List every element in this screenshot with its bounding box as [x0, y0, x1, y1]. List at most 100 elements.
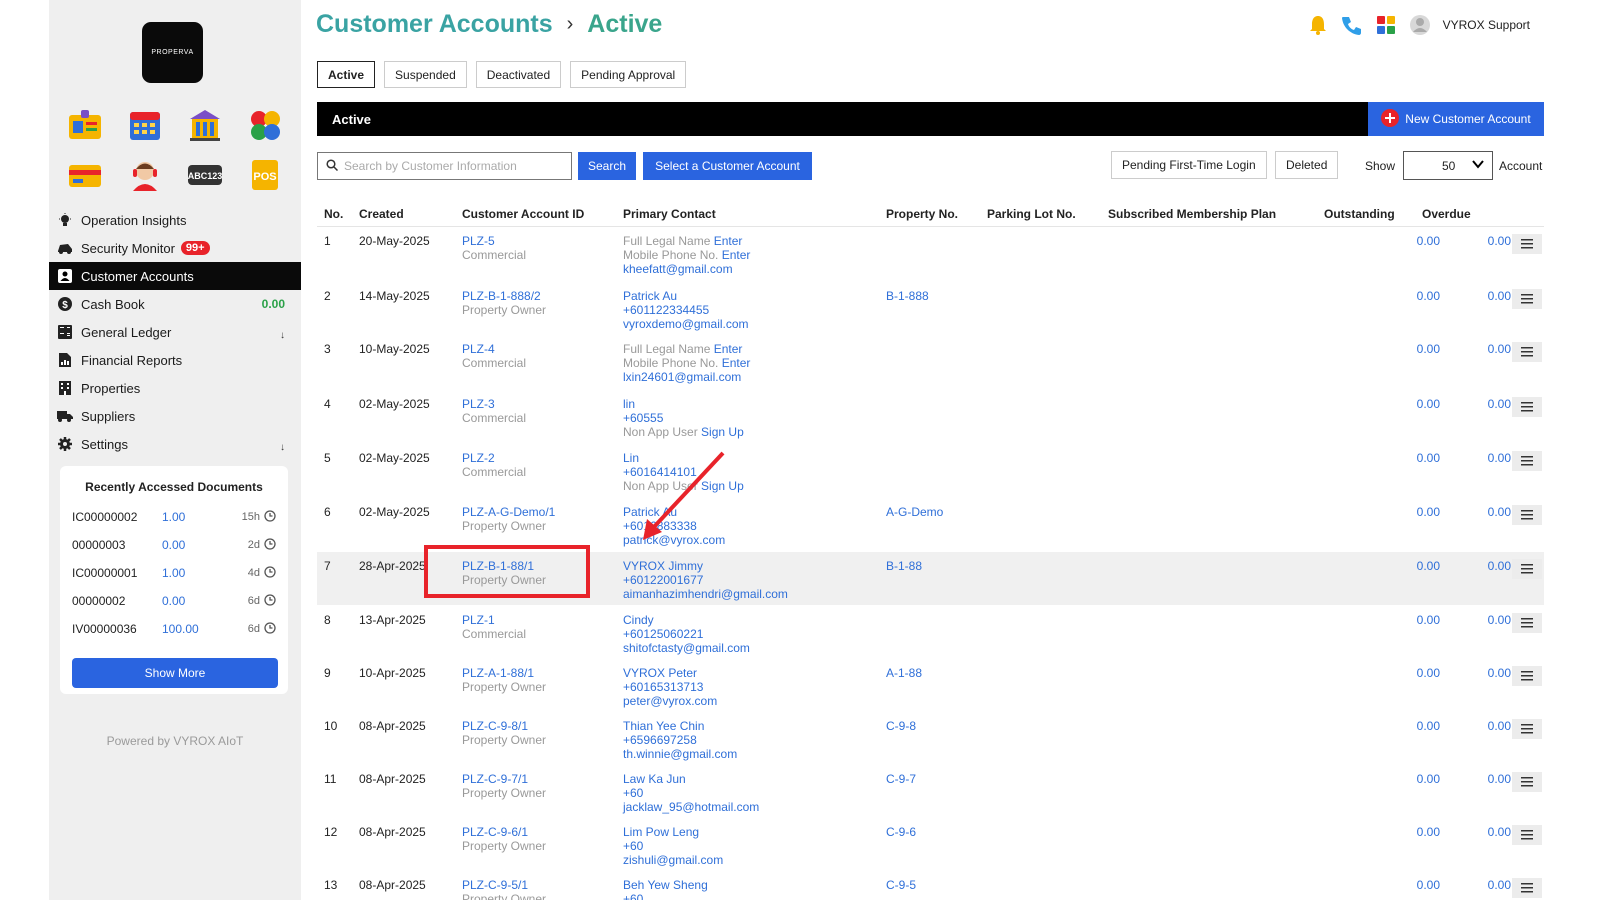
- table-row[interactable]: 9 10-Apr-2025 PLZ-A-1-88/1 Property Owner VY…: [317, 659, 1544, 712]
- recent-document-row[interactable]: 00000002 0.00 6d: [72, 592, 278, 610]
- overdue-amount[interactable]: 0.00: [1461, 878, 1511, 892]
- outstanding-amount[interactable]: 0.00: [1390, 397, 1440, 411]
- property-no-link[interactable]: C-9-7: [886, 772, 916, 786]
- property-no-link[interactable]: C-9-8: [886, 719, 916, 733]
- property-no-link[interactable]: C-9-5: [886, 878, 916, 892]
- row-menu-button[interactable]: [1512, 289, 1542, 309]
- sidebar-item-suppliers[interactable]: Suppliers: [49, 402, 301, 430]
- account-id-link[interactable]: PLZ-A-1-88/1: [462, 666, 546, 680]
- account-id-link[interactable]: PLZ-C-9-5/1: [462, 878, 546, 892]
- column-header-primary-contact[interactable]: Primary Contact: [623, 207, 716, 221]
- show-more-button[interactable]: Show More: [72, 658, 278, 688]
- overdue-amount[interactable]: 0.00: [1461, 234, 1511, 248]
- contact-field-value[interactable]: patrick@vyrox.com: [623, 533, 725, 547]
- tab-pending-approval[interactable]: Pending Approval: [570, 61, 687, 88]
- sidebar-item-general-ledger[interactable]: General Ledger ↓: [49, 318, 301, 346]
- search-button[interactable]: Search: [578, 152, 637, 180]
- contact-field-value[interactable]: +6596697258: [623, 733, 697, 747]
- account-id-link[interactable]: PLZ-5: [462, 234, 526, 248]
- contact-field-value[interactable]: +6016883338: [623, 519, 697, 533]
- sidebar-item-properties[interactable]: Properties: [49, 374, 301, 402]
- account-id-link[interactable]: PLZ-C-9-7/1: [462, 772, 546, 786]
- phone-icon[interactable]: [1341, 14, 1363, 36]
- page-size-select[interactable]: 50: [1403, 151, 1493, 180]
- overdue-amount[interactable]: 0.00: [1461, 397, 1511, 411]
- recent-document-row[interactable]: IC00000002 1.00 15h: [72, 508, 278, 526]
- contact-field-value[interactable]: Thian Yee Chin: [623, 719, 704, 733]
- outstanding-amount[interactable]: 0.00: [1390, 613, 1440, 627]
- contact-field-value[interactable]: jacklaw_95@hotmail.com: [623, 800, 759, 814]
- outstanding-amount[interactable]: 0.00: [1390, 825, 1440, 839]
- recent-document-row[interactable]: 00000003 0.00 2d: [72, 536, 278, 554]
- outstanding-amount[interactable]: 0.00: [1390, 451, 1440, 465]
- payment-card-icon[interactable]: [65, 156, 105, 194]
- sidebar-item-financial-reports[interactable]: Financial Reports: [49, 346, 301, 374]
- sidebar-item-customer-accounts[interactable]: Customer Accounts: [49, 262, 301, 290]
- contact-field-value[interactable]: +60: [623, 892, 643, 900]
- overdue-amount[interactable]: 0.00: [1461, 289, 1511, 303]
- outstanding-amount[interactable]: 0.00: [1390, 772, 1440, 786]
- deleted-button[interactable]: Deleted: [1275, 151, 1339, 179]
- property-no-link[interactable]: A-G-Demo: [886, 505, 943, 519]
- column-header-overdue[interactable]: Overdue: [1422, 207, 1471, 221]
- sidebar-item-settings[interactable]: Settings ↓: [49, 430, 301, 458]
- row-menu-button[interactable]: [1512, 559, 1542, 579]
- abc123-icon[interactable]: ABC123: [185, 156, 225, 194]
- column-header-no[interactable]: No.: [324, 207, 343, 221]
- contact-field-value[interactable]: Lim Pow Leng: [623, 825, 699, 839]
- overdue-amount[interactable]: 0.00: [1461, 666, 1511, 680]
- column-header-outstanding[interactable]: Outstanding: [1324, 207, 1395, 221]
- account-id-link[interactable]: PLZ-3: [462, 397, 526, 411]
- contact-field-value[interactable]: +60122001677: [623, 573, 703, 587]
- overdue-amount[interactable]: 0.00: [1461, 825, 1511, 839]
- account-id-link[interactable]: PLZ-B-1-88/1: [462, 559, 546, 573]
- account-id-link[interactable]: PLZ-C-9-6/1: [462, 825, 546, 839]
- overdue-amount[interactable]: 0.00: [1461, 505, 1511, 519]
- sidebar-item-operation-insights[interactable]: Operation Insights: [49, 206, 301, 234]
- contact-field-value[interactable]: Sign Up: [701, 425, 744, 439]
- contact-field-value[interactable]: Cindy: [623, 613, 654, 627]
- column-header-property-no[interactable]: Property No.: [886, 207, 958, 221]
- contact-field-value[interactable]: VYROX Jimmy: [623, 559, 703, 573]
- contact-field-value[interactable]: +60555: [623, 411, 663, 425]
- table-row[interactable]: 12 08-Apr-2025 PLZ-C-9-6/1 Property Owner Li…: [317, 818, 1544, 871]
- row-menu-button[interactable]: [1512, 505, 1542, 525]
- bell-icon[interactable]: [1307, 14, 1329, 36]
- row-menu-button[interactable]: [1512, 825, 1542, 845]
- row-menu-button[interactable]: [1512, 342, 1542, 362]
- tab-suspended[interactable]: Suspended: [384, 61, 467, 88]
- pending-first-time-login-button[interactable]: Pending First-Time Login: [1111, 151, 1267, 179]
- outstanding-amount[interactable]: 0.00: [1390, 289, 1440, 303]
- outstanding-amount[interactable]: 0.00: [1390, 666, 1440, 680]
- palette-icon[interactable]: [245, 106, 285, 144]
- row-menu-button[interactable]: [1512, 666, 1542, 686]
- table-row[interactable]: 2 14-May-2025 PLZ-B-1-888/2 Property Owner P…: [317, 282, 1544, 335]
- bank-icon[interactable]: [185, 106, 225, 144]
- contact-field-value[interactable]: vyroxdemo@gmail.com: [623, 317, 749, 331]
- contact-field-value[interactable]: th.winnie@gmail.com: [623, 747, 737, 761]
- outstanding-amount[interactable]: 0.00: [1390, 719, 1440, 733]
- outstanding-amount[interactable]: 0.00: [1390, 234, 1440, 248]
- search-field[interactable]: [317, 152, 572, 180]
- overdue-amount[interactable]: 0.00: [1461, 613, 1511, 627]
- account-id-link[interactable]: PLZ-C-9-8/1: [462, 719, 546, 733]
- sidebar-item-cash-book[interactable]: $ Cash Book 0.00: [49, 290, 301, 318]
- account-id-link[interactable]: PLZ-B-1-888/2: [462, 289, 546, 303]
- contact-field-value[interactable]: aimanhazimhendri@gmail.com: [623, 587, 788, 601]
- contact-field-value[interactable]: +6016414101: [623, 465, 697, 479]
- contact-field-value[interactable]: Patrick Au: [623, 505, 677, 519]
- support-agent-icon[interactable]: [125, 156, 165, 194]
- contact-field-value[interactable]: Sign Up: [701, 479, 744, 493]
- table-row[interactable]: 8 13-Apr-2025 PLZ-1 Commercial Cindy +6012506…: [317, 606, 1544, 659]
- table-row[interactable]: 11 08-Apr-2025 PLZ-C-9-7/1 Property Owner La…: [317, 765, 1544, 818]
- contact-field-value[interactable]: Enter: [714, 342, 743, 356]
- contact-field-value[interactable]: Lin: [623, 451, 639, 465]
- column-header-parking-lot-no[interactable]: Parking Lot No.: [987, 207, 1076, 221]
- sidebar-item-security-monitor[interactable]: Security Monitor 99+: [49, 234, 301, 262]
- property-no-link[interactable]: B-1-888: [886, 289, 929, 303]
- overdue-amount[interactable]: 0.00: [1461, 772, 1511, 786]
- contact-field-value[interactable]: lxin24601@gmail.com: [623, 370, 741, 384]
- column-header-account-id[interactable]: Customer Account ID: [462, 207, 584, 221]
- contact-field-value[interactable]: kheefatt@gmail.com: [623, 262, 733, 276]
- table-row[interactable]: 13 08-Apr-2025 PLZ-C-9-5/1 Property Owner Be…: [317, 871, 1544, 900]
